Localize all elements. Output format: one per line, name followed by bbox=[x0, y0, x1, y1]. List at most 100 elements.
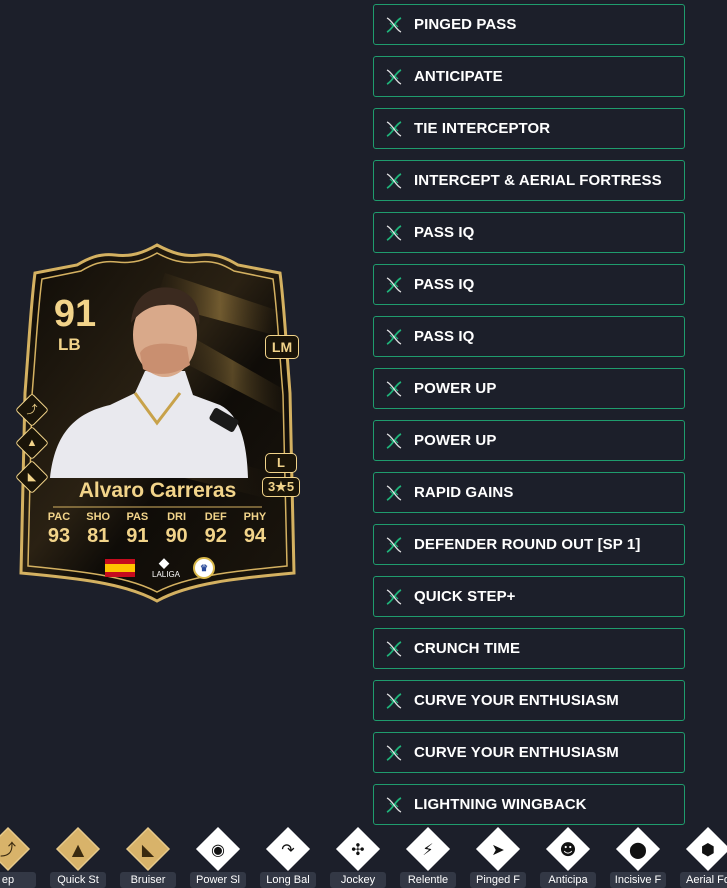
evolution-item[interactable]: CURVE YOUR ENTHUSIASM bbox=[373, 732, 685, 773]
playstyle-label: Anticipa bbox=[540, 872, 596, 888]
playstyle-item[interactable]: ✣ Jockey bbox=[328, 826, 388, 888]
playstyle-label: Long Bal bbox=[260, 872, 316, 888]
evolution-label: DEFENDER ROUND OUT [SP 1] bbox=[414, 536, 641, 553]
evolution-item[interactable]: PASS IQ bbox=[373, 264, 685, 305]
evolution-item[interactable]: INTERCEPT & AERIAL FORTRESS bbox=[373, 160, 685, 201]
playstyle-item[interactable]: ☻ Anticipa bbox=[538, 826, 598, 888]
dna-icon bbox=[374, 265, 414, 304]
playstyle-item[interactable]: ⤴ ep bbox=[0, 826, 38, 888]
player-card[interactable]: 91 LB LM ⤴ ▲ ◣ L 3★5 Alvaro Carreras PAC… bbox=[15, 243, 300, 603]
pinged-pass-icon: ➤ bbox=[475, 826, 521, 872]
real-madrid-crest-icon: ♛ bbox=[193, 557, 215, 579]
dna-icon bbox=[374, 733, 414, 772]
stat-pac: PAC 93 bbox=[47, 511, 71, 547]
evolution-label: CRUNCH TIME bbox=[414, 640, 521, 657]
evolution-item[interactable]: CURVE YOUR ENTHUSIASM bbox=[373, 680, 685, 721]
stats-row: PAC 93 SHO 81 PAS 91 DRI 90 DEF 92 PHY 94 bbox=[41, 511, 273, 548]
svg-text:✣: ✣ bbox=[351, 840, 364, 859]
svg-text:☻: ☻ bbox=[560, 840, 577, 859]
playstyle-item[interactable]: ⚡ Relentle bbox=[398, 826, 458, 888]
evolution-label: QUICK STEP+ bbox=[414, 588, 516, 605]
dna-icon bbox=[374, 161, 414, 200]
playstyle-label: Pinged F bbox=[470, 872, 526, 888]
playstyle-item[interactable]: ➤ Pinged F bbox=[468, 826, 528, 888]
evolution-item[interactable]: PINGED PASS bbox=[373, 4, 685, 45]
playstyle-item[interactable]: ⬢ Aerial Fo bbox=[678, 826, 727, 888]
preferred-foot-badge: L bbox=[265, 453, 297, 473]
aerial-fortress-icon: ⬢ bbox=[685, 826, 727, 872]
playstyle-label: Bruiser bbox=[120, 872, 176, 888]
dna-icon bbox=[374, 213, 414, 252]
laliga-icon: ◆ LALIGA bbox=[152, 555, 181, 580]
dna-icon bbox=[374, 57, 414, 96]
dna-icon bbox=[374, 577, 414, 616]
playstyle-label: ep bbox=[0, 872, 36, 888]
evolution-label: INTERCEPT & AERIAL FORTRESS bbox=[414, 172, 662, 189]
svg-text:⬤: ⬤ bbox=[629, 840, 647, 859]
svg-text:◉: ◉ bbox=[211, 840, 225, 859]
stat-sho: SHO 81 bbox=[86, 511, 111, 547]
svg-text:⤴: ⤴ bbox=[0, 840, 16, 859]
dna-icon bbox=[374, 421, 414, 460]
dna-icon bbox=[374, 473, 414, 512]
location-pin-icon: ⬤ bbox=[615, 826, 661, 872]
playstyle-item[interactable]: ⬤ Incisive F bbox=[608, 826, 668, 888]
evolution-item[interactable]: RAPID GAINS bbox=[373, 472, 685, 513]
svg-text:⬢: ⬢ bbox=[701, 840, 715, 859]
evolution-label: PASS IQ bbox=[414, 224, 475, 241]
raccoon-icon: ☻ bbox=[545, 826, 591, 872]
step-icon: ⤴ bbox=[0, 826, 31, 872]
playstyle-label: Incisive F bbox=[610, 872, 666, 888]
evolution-label: POWER UP bbox=[414, 432, 497, 449]
svg-text:⚡: ⚡ bbox=[422, 840, 433, 859]
evolution-item[interactable]: CRUNCH TIME bbox=[373, 628, 685, 669]
jockey-icon: ✣ bbox=[335, 826, 381, 872]
evolution-label: LIGHTNING WINGBACK bbox=[414, 796, 587, 813]
evolutions-list: PINGED PASS ANTICIPATE TIE INTERCEPTOR INTE… bbox=[373, 4, 685, 836]
svg-text:➤: ➤ bbox=[491, 840, 504, 859]
dna-icon bbox=[374, 629, 414, 668]
dna-icon bbox=[374, 525, 414, 564]
evolution-item[interactable]: TIE INTERCEPTOR bbox=[373, 108, 685, 149]
playstyle-item[interactable]: ◉ Power Sl bbox=[188, 826, 248, 888]
stat-dri: DRI 90 bbox=[165, 511, 188, 547]
playstyle-label: Power Sl bbox=[190, 872, 246, 888]
evolution-item[interactable]: PASS IQ bbox=[373, 212, 685, 253]
dna-icon bbox=[374, 785, 414, 824]
power-shot-icon: ◉ bbox=[195, 826, 241, 872]
stat-pas: PAS 91 bbox=[126, 511, 149, 547]
dna-icon bbox=[374, 109, 414, 148]
dna-icon bbox=[374, 369, 414, 408]
dna-icon bbox=[374, 317, 414, 356]
svg-text:◣: ◣ bbox=[142, 840, 155, 859]
evolution-item[interactable]: POWER UP bbox=[373, 368, 685, 409]
evolution-label: PASS IQ bbox=[414, 276, 475, 293]
svg-text:↷: ↷ bbox=[281, 840, 295, 859]
evolution-label: CURVE YOUR ENTHUSIASM bbox=[414, 692, 619, 709]
evolution-label: RAPID GAINS bbox=[414, 484, 514, 501]
playstyle-label: Jockey bbox=[330, 872, 386, 888]
evolution-label: ANTICIPATE bbox=[414, 68, 503, 85]
long-ball-icon: ↷ bbox=[265, 826, 311, 872]
evolution-label: TIE INTERCEPTOR bbox=[414, 120, 551, 137]
evolution-item[interactable]: POWER UP bbox=[373, 420, 685, 461]
evolution-item[interactable]: QUICK STEP+ bbox=[373, 576, 685, 617]
evolution-item[interactable]: ANTICIPATE bbox=[373, 56, 685, 97]
evolution-label: CURVE YOUR ENTHUSIASM bbox=[414, 744, 619, 761]
stat-def: DEF 92 bbox=[204, 511, 227, 547]
rocket-icon: ▲ bbox=[55, 826, 101, 872]
playstyle-item[interactable]: ↷ Long Bal bbox=[258, 826, 318, 888]
evolution-item[interactable]: DEFENDER ROUND OUT [SP 1] bbox=[373, 524, 685, 565]
relentless-icon: ⚡ bbox=[405, 826, 451, 872]
evolution-item[interactable]: PASS IQ bbox=[373, 316, 685, 357]
playstyle-item[interactable]: ▲ Quick St bbox=[48, 826, 108, 888]
playstyle-label: Quick St bbox=[50, 872, 106, 888]
svg-text:▲: ▲ bbox=[72, 840, 85, 859]
stat-phy: PHY 94 bbox=[243, 511, 267, 547]
position-label: LB bbox=[58, 335, 81, 354]
evolution-label: PASS IQ bbox=[414, 328, 475, 345]
playstyle-item[interactable]: ◣ Bruiser bbox=[118, 826, 178, 888]
alt-position-badge: LM bbox=[265, 335, 299, 359]
evolution-item[interactable]: LIGHTNING WINGBACK bbox=[373, 784, 685, 825]
playstyles-row: ⤴ ep ▲ Quick St ◣ Bruiser ◉ Power Sl ↷ Long Bal ✣ J… bbox=[0, 826, 727, 888]
